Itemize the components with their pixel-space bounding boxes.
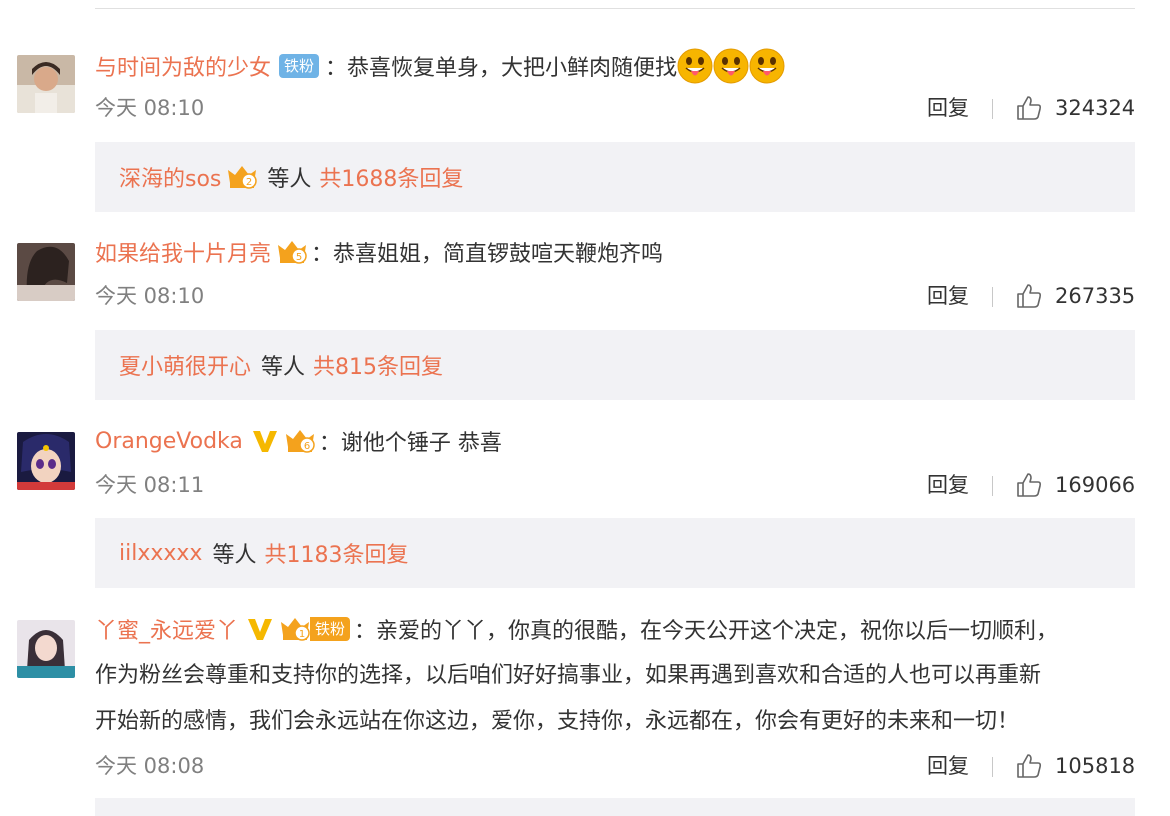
comment-time: 今天 08:08 xyxy=(95,754,205,778)
reply-total-link[interactable]: 共1688条回复 xyxy=(319,161,463,193)
username[interactable]: 与时间为敌的少女 xyxy=(95,50,271,82)
tongue-face-emoji xyxy=(677,48,713,84)
divider xyxy=(992,287,993,307)
username[interactable]: 丫蜜_永远爱丫 xyxy=(95,613,238,645)
divider xyxy=(992,476,993,496)
avatar[interactable] xyxy=(17,243,75,301)
thumbs-up-icon[interactable] xyxy=(1015,94,1043,122)
crown-level: 6 xyxy=(304,441,310,452)
like-count: 105818 xyxy=(1055,754,1136,778)
username[interactable]: OrangeVodka xyxy=(95,429,243,454)
comment-header: 如果给我十片月亮 5 ：恭喜姐姐，简直锣鼓喧天鞭炮齐鸣 xyxy=(95,233,663,271)
crown-level: 1 xyxy=(299,629,305,640)
crown-level: 2 xyxy=(246,177,252,188)
comment-meta: 今天 08:10 回复 324324 xyxy=(95,93,1135,123)
thumbs-up-icon[interactable] xyxy=(1015,471,1043,499)
divider xyxy=(992,757,993,777)
like-count: 169066 xyxy=(1055,473,1136,497)
crown-icon[interactable]: 5 xyxy=(277,238,307,266)
comment-meta: 今天 08:11 回复 169066 xyxy=(95,470,1135,500)
fan-badge[interactable]: 铁粉 xyxy=(279,54,320,78)
comment-text: ：恭喜姐姐，简直锣鼓喧天鞭炮齐鸣 xyxy=(311,242,664,267)
like-count: 267335 xyxy=(1055,284,1136,308)
comment-text: ：恭喜恢复单身，大把小鲜肉随便找 xyxy=(325,56,678,81)
username[interactable]: 如果给我十片月亮 xyxy=(95,236,271,268)
reply-username[interactable]: 夏小萌很开心 xyxy=(119,349,251,381)
reply-mid-text: 等人 xyxy=(261,355,306,380)
comment-text-line3: 开始新的感情，我们会永远站在你这边，爱你，支持你，永远都在，你会有更好的未来和一… xyxy=(95,709,1020,734)
comment-time: 今天 08:10 xyxy=(95,284,205,308)
top-divider xyxy=(95,8,1135,9)
reply-button[interactable]: 回复 xyxy=(927,751,969,781)
avatar[interactable] xyxy=(17,55,75,113)
reply-username[interactable]: iilxxxxx xyxy=(119,541,202,566)
like-count: 324324 xyxy=(1055,96,1136,120)
avatar[interactable] xyxy=(17,620,75,678)
reply-button[interactable]: 回复 xyxy=(927,281,969,311)
reply-summary[interactable] xyxy=(95,798,1135,816)
reply-summary[interactable]: iilxxxxx 等人 共1183条回复 xyxy=(95,518,1135,588)
crown-icon[interactable]: 6 xyxy=(285,427,315,455)
comment-header: OrangeVodka 6 ：谢他个锤子 恭喜 xyxy=(95,422,502,460)
comment-text: ：谢他个锤子 恭喜 xyxy=(318,431,502,456)
tongue-face-emoji xyxy=(749,48,785,84)
reply-username[interactable]: 深海的sos xyxy=(119,161,221,193)
verified-v-icon[interactable] xyxy=(251,428,279,454)
reply-summary[interactable]: 深海的sos 2 等人 共1688条回复 xyxy=(95,142,1135,212)
comment-time: 今天 08:10 xyxy=(95,96,205,120)
reply-button[interactable]: 回复 xyxy=(927,470,969,500)
reply-total-link[interactable]: 共815条回复 xyxy=(313,349,443,381)
crown-icon: 2 xyxy=(227,163,258,191)
divider xyxy=(992,99,993,119)
thumbs-up-icon[interactable] xyxy=(1015,752,1043,780)
tongue-face-emoji xyxy=(713,48,749,84)
comment-meta: 今天 08:08 回复 105818 xyxy=(95,751,1135,781)
reply-summary[interactable]: 夏小萌很开心 等人 共815条回复 xyxy=(95,330,1135,400)
comment-header: 丫蜜_永远爱丫 1 铁粉 ：亲爱的丫丫，你真的很酷，在今天公开这个决定，祝你以后… xyxy=(95,610,1058,648)
comment-time: 今天 08:11 xyxy=(95,473,205,497)
reply-total-link[interactable]: 共1183条回复 xyxy=(264,537,408,569)
comment-meta: 今天 08:10 回复 267335 xyxy=(95,281,1135,311)
crown-level: 5 xyxy=(296,252,302,263)
reply-button[interactable]: 回复 xyxy=(927,93,969,123)
reply-mid-text: 等人 xyxy=(267,167,312,192)
thumbs-up-icon[interactable] xyxy=(1015,282,1043,310)
avatar[interactable] xyxy=(17,432,75,490)
comment-text-line2: 作为粉丝会尊重和支持你的选择，以后咱们好好搞事业，如果再遇到喜欢和合适的人也可以… xyxy=(95,663,1042,688)
verified-v-icon[interactable] xyxy=(246,616,274,642)
comment-header: 与时间为敌的少女 铁粉 ：恭喜恢复单身，大把小鲜肉随便找 xyxy=(95,47,785,85)
fan-badge[interactable]: 铁粉 xyxy=(310,617,351,641)
comment-text-line1: ：亲爱的丫丫，你真的很酷，在今天公开这个决定，祝你以后一切顺利， xyxy=(354,619,1059,644)
reply-mid-text: 等人 xyxy=(212,543,257,568)
crown-icon[interactable]: 1 xyxy=(280,615,310,643)
